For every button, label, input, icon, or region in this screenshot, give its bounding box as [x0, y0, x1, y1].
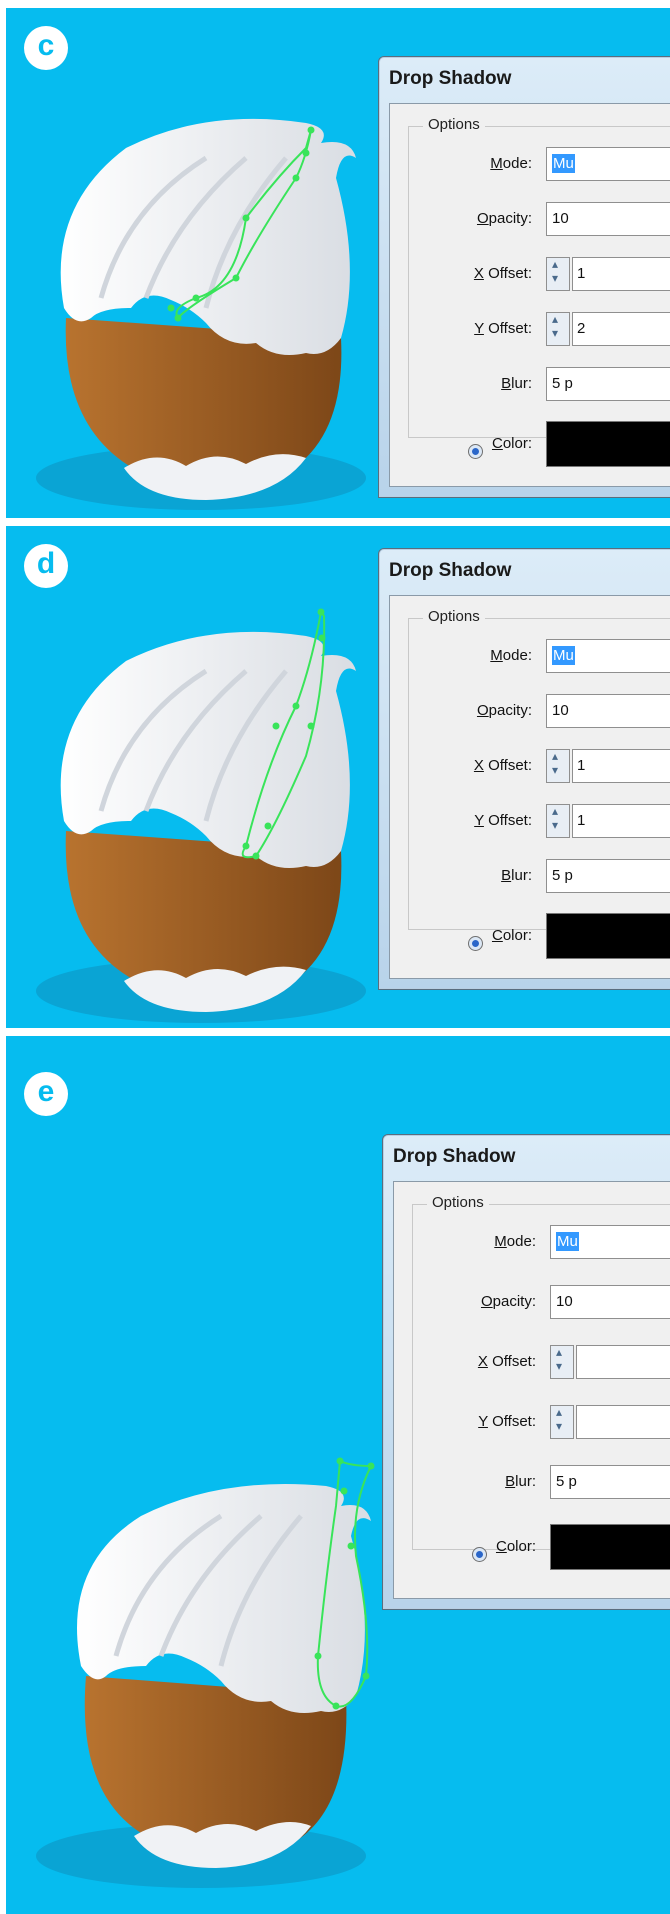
- mode-select[interactable]: Mu: [546, 639, 670, 673]
- cream-top: [77, 1484, 371, 1714]
- options-group-label: Options: [423, 608, 485, 625]
- step-badge: e: [24, 1072, 68, 1116]
- y-offset-spinner[interactable]: [550, 1405, 574, 1439]
- color-swatch[interactable]: [546, 913, 670, 959]
- options-group: Options Mode: Mu Opacity: 10 X Offset: 1…: [408, 116, 670, 467]
- mode-select[interactable]: Mu: [550, 1225, 670, 1259]
- mode-label: Mode:: [490, 155, 532, 172]
- opacity-input[interactable]: 10: [546, 694, 670, 728]
- y-offset-label: Y Offset:: [474, 812, 532, 829]
- mode-row: Mode: Mu: [413, 1225, 670, 1261]
- y-offset-input[interactable]: 2: [572, 312, 670, 346]
- y-offset-label: Y Offset:: [474, 320, 532, 337]
- opacity-input[interactable]: 10: [550, 1285, 670, 1319]
- drop-shadow-dialog[interactable]: Drop Shadow Options Mode: Mu Opacity: 10…: [382, 1134, 670, 1610]
- blur-label: Blur:: [501, 375, 532, 392]
- y-offset-label: Y Offset:: [478, 1413, 536, 1430]
- blur-input[interactable]: 5 p: [546, 367, 670, 401]
- x-offset-row: X Offset: 1: [409, 257, 670, 293]
- x-offset-spinner[interactable]: [546, 749, 570, 783]
- blur-input[interactable]: 5 p: [546, 859, 670, 893]
- mode-value: Mu: [556, 1232, 579, 1251]
- color-label: Color:: [467, 435, 532, 459]
- drop-shadow-dialog[interactable]: Drop Shadow Options Mode: Mu Opacity: 10…: [378, 56, 670, 498]
- mode-select[interactable]: Mu: [546, 147, 670, 181]
- cream-top: [60, 118, 356, 356]
- x-offset-label: X Offset:: [473, 757, 532, 774]
- options-group-label: Options: [423, 116, 485, 133]
- blur-row: Blur: 5 p: [409, 367, 670, 403]
- x-offset-spinner[interactable]: [546, 257, 570, 291]
- blur-row: Blur: 5 p: [409, 859, 670, 895]
- color-swatch[interactable]: [550, 1524, 670, 1570]
- color-swatch[interactable]: [546, 421, 670, 467]
- blur-label: Blur:: [505, 1473, 536, 1490]
- x-offset-input[interactable]: [576, 1345, 670, 1379]
- step-panel-d: d Drop Shadow Options Mode: Mu Opacity: …: [6, 526, 670, 1028]
- color-row: Color:: [409, 421, 670, 467]
- mode-value: Mu: [552, 646, 575, 665]
- blur-label: Blur:: [501, 867, 532, 884]
- dialog-title: Drop Shadow: [389, 560, 512, 581]
- color-radio[interactable]: [471, 1547, 487, 1562]
- opacity-row: Opacity: 10: [409, 694, 670, 730]
- step-panel-e: e Drop Shadow Options Mode: Mu Opacity: …: [6, 1036, 670, 1914]
- y-offset-row: Y Offset: 1: [409, 804, 670, 840]
- x-offset-label: X Offset:: [477, 1353, 536, 1370]
- step-badge: d: [24, 544, 68, 588]
- color-row: Color:: [409, 913, 670, 959]
- x-offset-input[interactable]: 1: [572, 257, 670, 291]
- dialog-body: Options Mode: Mu Opacity: 10 X Offset: Y…: [393, 1181, 670, 1599]
- options-group-label: Options: [427, 1194, 489, 1211]
- color-label: Color:: [467, 927, 532, 951]
- dialog-body: Options Mode: Mu Opacity: 10 X Offset: 1…: [389, 103, 670, 487]
- opacity-row: Opacity: 10: [409, 202, 670, 238]
- mode-label: Mode:: [494, 1233, 536, 1250]
- opacity-input[interactable]: 10: [546, 202, 670, 236]
- blur-row: Blur: 5 p: [413, 1465, 670, 1501]
- blur-input[interactable]: 5 p: [550, 1465, 670, 1499]
- x-offset-row: X Offset: 1: [409, 749, 670, 785]
- y-offset-spinner[interactable]: [546, 312, 570, 346]
- opacity-label: Opacity:: [476, 210, 532, 227]
- meringue-illustration: [36, 118, 366, 510]
- y-offset-input[interactable]: [576, 1405, 670, 1439]
- dialog-title: Drop Shadow: [393, 1146, 516, 1167]
- meringue-illustration: [36, 608, 366, 1023]
- cream-top: [60, 631, 356, 869]
- color-radio[interactable]: [467, 444, 483, 459]
- opacity-label: Opacity:: [476, 702, 532, 719]
- opacity-label: Opacity:: [480, 1293, 536, 1310]
- drop-shadow-dialog[interactable]: Drop Shadow Options Mode: Mu Opacity: 10…: [378, 548, 670, 990]
- x-offset-spinner[interactable]: [550, 1345, 574, 1379]
- color-label: Color:: [471, 1538, 536, 1562]
- step-badge: c: [24, 26, 68, 70]
- dialog-body: Options Mode: Mu Opacity: 10 X Offset: 1…: [389, 595, 670, 979]
- opacity-row: Opacity: 10: [413, 1285, 670, 1321]
- mode-value: Mu: [552, 154, 575, 173]
- y-offset-spinner[interactable]: [546, 804, 570, 838]
- mode-row: Mode: Mu: [409, 639, 670, 675]
- y-offset-input[interactable]: 1: [572, 804, 670, 838]
- x-offset-input[interactable]: 1: [572, 749, 670, 783]
- color-row: Color:: [413, 1524, 670, 1570]
- y-offset-row: Y Offset:: [413, 1405, 670, 1441]
- y-offset-row: Y Offset: 2: [409, 312, 670, 348]
- mode-row: Mode: Mu: [409, 147, 670, 183]
- mode-label: Mode:: [490, 647, 532, 664]
- color-radio[interactable]: [467, 936, 483, 951]
- options-group: Options Mode: Mu Opacity: 10 X Offset: Y…: [412, 1194, 670, 1570]
- dialog-title: Drop Shadow: [389, 68, 512, 89]
- x-offset-label: X Offset:: [473, 265, 532, 282]
- step-panel-c: c Drop Shadow Options Mode: Mu Opacity: …: [6, 8, 670, 518]
- options-group: Options Mode: Mu Opacity: 10 X Offset: 1…: [408, 608, 670, 959]
- meringue-illustration: [36, 1457, 375, 1888]
- x-offset-row: X Offset:: [413, 1345, 670, 1381]
